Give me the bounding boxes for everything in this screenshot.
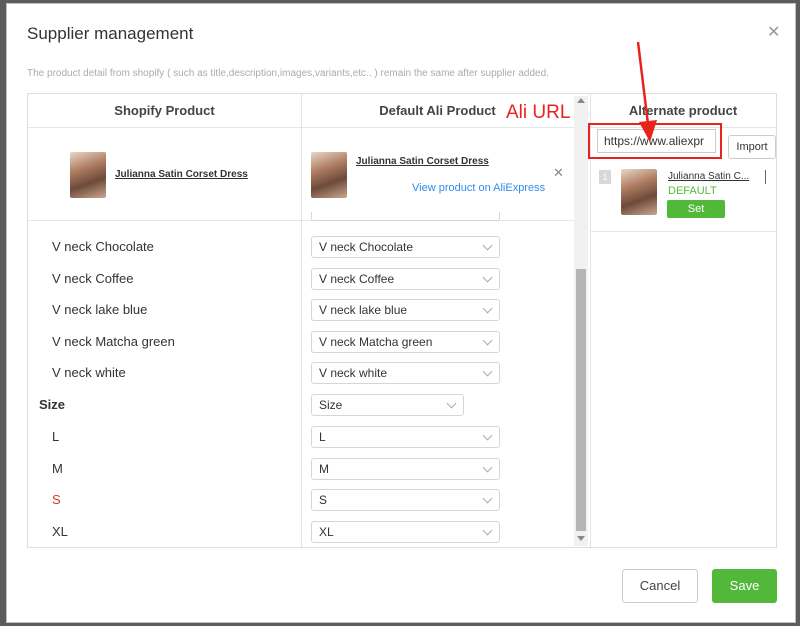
ali-product-link[interactable]: Julianna Satin Corset Dress [356,156,489,167]
variant-label: V neck Coffee [52,271,134,286]
mapping-table: Shopify Product Default Ali Product Alte… [27,41,777,549]
close-icon[interactable]: ✕ [767,22,780,42]
default-tag: DEFAULT [668,185,717,197]
annotation-arrow-icon [636,41,657,142]
variant-select[interactable]: V neck Chocolate [311,236,500,258]
modal-note: The product detail from shopify ( such a… [27,68,549,79]
scrollbar-thumb[interactable] [576,269,586,531]
variant-select-value: V neck Chocolate [319,240,414,254]
variant-select[interactable]: V neck white [311,362,500,384]
chevron-down-icon [482,303,493,314]
screen-background: Supplier management ✕ The product detail… [0,0,800,626]
option-group-select-value: Size [319,398,343,412]
variant-select-value: V neck lake blue [319,303,408,317]
variant-select[interactable]: V neck Matcha green [311,331,500,353]
text-cursor [765,170,766,184]
chevron-down-icon [482,366,493,377]
variant-select[interactable]: V neck lake blue [311,299,500,321]
variant-select-value: V neck white [319,366,388,380]
size-label: M [52,461,63,476]
variant-select[interactable]: V neck Coffee [311,268,500,290]
variant-select-value: V neck Coffee [319,272,395,286]
cancel-button[interactable]: Cancel [622,569,698,603]
shopify-product-image [70,152,106,198]
size-select[interactable]: XL [311,521,500,543]
set-default-button[interactable]: Set [667,200,725,218]
supplier-management-modal: Supplier management ✕ The product detail… [6,3,796,623]
chevron-down-icon [482,335,493,346]
chevron-down-icon [482,525,493,536]
alternate-product-image [621,169,657,215]
scroll-down-arrow-icon[interactable] [577,536,585,541]
alternate-product-link[interactable]: Julianna Satin C... [668,171,749,182]
shopify-product-link[interactable]: Julianna Satin Corset Dress [115,169,248,180]
divider [301,94,302,549]
option-group-label: Size [39,397,66,412]
remove-product-icon[interactable]: ✕ [553,165,564,181]
chevron-down-icon [482,272,493,283]
size-select[interactable]: S [311,489,500,511]
chevron-down-icon [482,240,493,251]
divider [590,94,591,549]
variant-label: V neck lake blue [52,302,148,317]
size-label: XL [52,524,68,539]
variant-select-partial[interactable] [311,212,500,221]
scroll-up-arrow-icon[interactable] [577,98,585,103]
chevron-down-icon [446,398,457,409]
size-select[interactable]: M [311,458,500,480]
variant-label: V neck Matcha green [52,334,175,349]
size-select-value: M [319,462,329,476]
size-label: L [52,429,60,444]
size-select-value: L [319,430,326,444]
chevron-down-icon [482,493,493,504]
alternate-index-badge: 1 [599,170,611,184]
import-button[interactable]: Import [728,135,776,159]
modal-title: Supplier management [27,24,194,43]
column-header-shopify: Shopify Product [28,94,301,128]
variant-select-value: V neck Matcha green [319,335,433,349]
size-select-value: S [319,493,328,507]
size-label-highlighted: S [52,492,61,507]
ali-product-image [311,152,347,198]
variant-label: V neck white [52,365,126,380]
variant-label: V neck Chocolate [52,239,154,254]
save-button[interactable]: Save [712,569,777,603]
chevron-down-icon [482,462,493,473]
option-group-select[interactable]: Size [311,394,464,416]
divider [590,231,776,232]
size-select[interactable]: L [311,426,500,448]
ali-url-annotation: Ali URL [506,102,571,123]
view-on-aliexpress-link[interactable]: View product on AliExpress [412,182,545,194]
size-select-value: XL [319,525,334,539]
chevron-down-icon [482,430,493,441]
